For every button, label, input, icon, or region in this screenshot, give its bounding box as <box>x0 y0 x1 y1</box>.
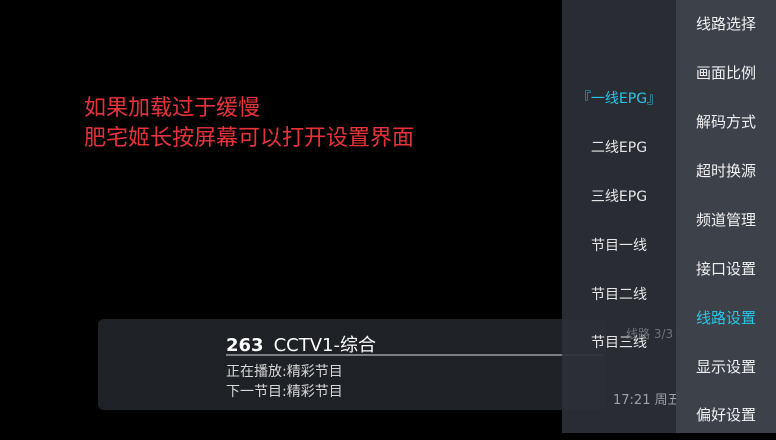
channel-info-bar: 263 CCTV1-综合 正在播放:精彩节目 下一节目:精彩节目 <box>98 319 606 410</box>
line-count: 线路 3/3 <box>626 327 674 341</box>
line-item-5[interactable]: 节目二线 <box>562 284 676 304</box>
hint-line-1: 如果加载过于缓慢 <box>84 96 261 121</box>
now-playing-label: 正在播放: <box>226 364 287 380</box>
loading-hint: 如果加载过于缓慢 肥宅姬长按屏幕可以打开设置界面 <box>84 94 414 154</box>
line-item-2[interactable]: 二线EPG <box>562 137 676 157</box>
menu-item-display-settings[interactable]: 显示设置 <box>676 343 776 392</box>
next-program: 下一节目:精彩节目 <box>226 381 343 401</box>
line-item-4[interactable]: 节目一线 <box>562 235 676 255</box>
program-progress-bar <box>226 354 602 356</box>
menu-item-decoder[interactable]: 解码方式 <box>676 98 776 147</box>
channel-number: 263 <box>226 335 264 356</box>
channel-name: CCTV1-综合 <box>273 335 376 356</box>
next-program-title: 精彩节目 <box>286 384 343 400</box>
now-playing: 正在播放:精彩节目 <box>226 361 343 381</box>
settings-menu: 线路选择 画面比例 解码方式 超时换源 频道管理 接口设置 线路设置 显示设置 … <box>676 0 776 433</box>
menu-item-aspect-ratio[interactable]: 画面比例 <box>676 49 776 98</box>
next-program-label: 下一节目: <box>226 384 287 400</box>
menu-item-line-select[interactable]: 线路选择 <box>676 0 776 49</box>
now-playing-program: 精彩节目 <box>286 364 343 380</box>
line-selection-panel: 『一线EPG』 二线EPG 三线EPG 节目一线 节目二线 节目三线 <box>562 0 676 433</box>
clock: 17:21 周五 <box>613 393 681 408</box>
menu-item-interface-settings[interactable]: 接口设置 <box>676 245 776 294</box>
line-item-3[interactable]: 三线EPG <box>562 186 676 206</box>
program-progress-fill <box>226 354 602 356</box>
hint-line-2: 肥宅姬长按屏幕可以打开设置界面 <box>84 126 415 151</box>
menu-item-channel-manage[interactable]: 频道管理 <box>676 196 776 245</box>
menu-item-timeout-switch[interactable]: 超时换源 <box>676 147 776 196</box>
line-item-1[interactable]: 『一线EPG』 <box>562 88 676 108</box>
menu-item-line-settings[interactable]: 线路设置 <box>676 294 776 343</box>
